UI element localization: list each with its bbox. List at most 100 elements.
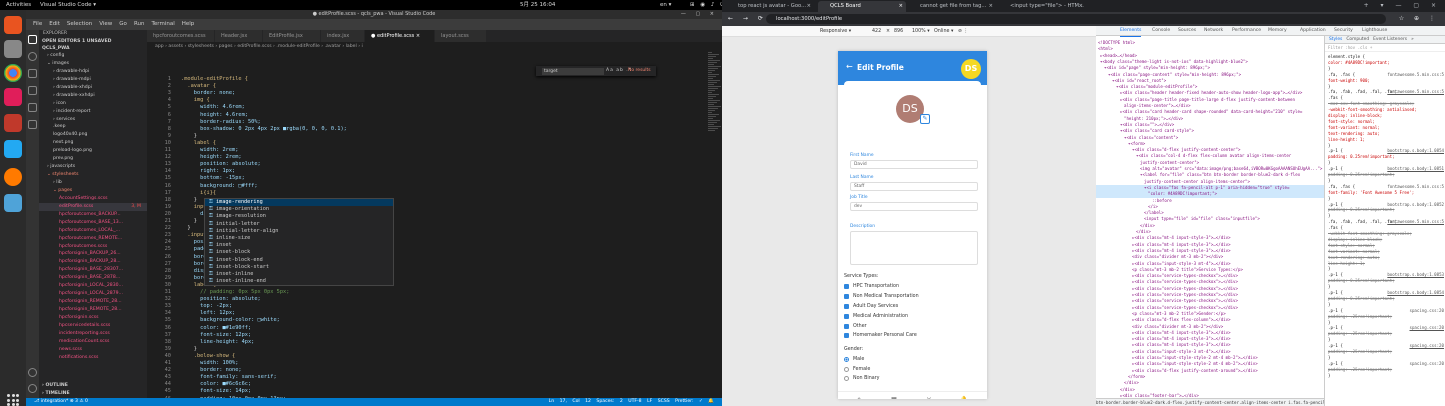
style-source-link[interactable]: fontawesome.5.min.css:5 bbox=[1387, 219, 1444, 225]
gender-radio[interactable]: Male bbox=[844, 355, 981, 365]
field-input[interactable]: David bbox=[850, 159, 978, 169]
device-mode-select[interactable]: Responsive ▾ bbox=[820, 26, 851, 37]
file-tree-item[interactable]: prev.png bbox=[39, 155, 147, 163]
file-tree-item[interactable]: hpcforoutcomes_LOCAL_... bbox=[39, 227, 147, 235]
project-root[interactable]: QCLS_PWA bbox=[39, 45, 147, 52]
footer-nav-schedule[interactable]: ▦Schedule bbox=[879, 396, 909, 399]
description-field[interactable]: Description bbox=[850, 224, 978, 265]
search-icon[interactable] bbox=[28, 52, 37, 61]
file-tree-item[interactable]: › incident-report bbox=[39, 108, 147, 116]
styles-tab[interactable]: Event Listeners bbox=[1373, 37, 1407, 42]
file-tree-item[interactable]: ⌄ images bbox=[39, 60, 147, 68]
file-tree-item[interactable]: › services bbox=[39, 116, 147, 124]
devtools-tab-memory[interactable]: Memory bbox=[1268, 26, 1287, 36]
style-rule-line[interactable]: .p-1 {spacing.css:20 bbox=[1325, 343, 1445, 349]
browser-window-controls[interactable]: + ▾ — ▢ × bbox=[1364, 0, 1441, 12]
profile-field[interactable]: First Name David bbox=[850, 153, 978, 169]
back-arrow-icon[interactable]: ← bbox=[846, 62, 853, 71]
code-line[interactable]: right: 1px; bbox=[181, 168, 235, 174]
gender-radio[interactable]: Female bbox=[844, 364, 981, 374]
suggestion-item[interactable]: ⚿ inset-inline-end bbox=[205, 278, 393, 285]
editor-tab[interactable]: Header.jsx bbox=[215, 30, 263, 42]
style-rule-line[interactable]: font-variant: normal; bbox=[1325, 125, 1445, 131]
style-source-link[interactable]: bootstrap.s.body:1.0854 bbox=[1387, 290, 1444, 296]
menu-item-run[interactable]: Run bbox=[134, 19, 145, 30]
style-rule-line[interactable]: } bbox=[1325, 178, 1445, 184]
style-rule-line[interactable]: font-style: normal; bbox=[1325, 243, 1445, 249]
code-line[interactable]: height: 4.6rem; bbox=[181, 112, 248, 118]
file-tree-item[interactable]: hpcforsignin_REMOTE_28... bbox=[39, 298, 147, 306]
menu-item-view[interactable]: View bbox=[99, 19, 112, 30]
outline-section[interactable]: › OUTLINE bbox=[39, 382, 68, 389]
suggestion-item[interactable]: ⚿ inset-block-end bbox=[205, 257, 393, 264]
editor-tab[interactable]: ● editProfile.scss × bbox=[365, 30, 435, 42]
style-rule-line[interactable]: display: inline-block; bbox=[1325, 113, 1445, 119]
code-line[interactable]: width: 100%; bbox=[181, 360, 238, 366]
style-rule-line[interactable]: .p-1 {bootstrap.s.body:1.0852 bbox=[1325, 202, 1445, 208]
file-tree-item[interactable]: hpcforoutcomes_BASE_13... bbox=[39, 219, 147, 227]
browser-tab[interactable]: top react js avatar - Goo... × bbox=[726, 1, 814, 12]
browser-tab[interactable]: QCLS Board × bbox=[818, 1, 906, 12]
suggestion-item[interactable]: ⚿ inset-block bbox=[205, 249, 393, 256]
file-tree-item[interactable]: hpcforoutcomes.scss bbox=[39, 243, 147, 251]
activities-button[interactable]: Activities bbox=[6, 0, 31, 10]
devtools-tab-network[interactable]: Network bbox=[1204, 26, 1223, 36]
active-app-menu[interactable]: Visual Studio Code ▾ bbox=[40, 0, 96, 10]
code-line[interactable]: // padding: 0px 5px 0px 5px; bbox=[181, 289, 289, 295]
window-controls[interactable]: — ▢ × bbox=[681, 10, 718, 19]
file-tree-item[interactable]: hpcforsignin_BACKUP_28... bbox=[39, 258, 147, 266]
file-tree-item[interactable]: notifications.scss bbox=[39, 354, 147, 362]
style-rule-line[interactable]: } bbox=[1325, 160, 1445, 166]
file-tree-item[interactable]: incidentreporting.scss bbox=[39, 330, 147, 338]
devtools-tab-security[interactable]: Security bbox=[1334, 26, 1353, 36]
editor-tab[interactable]: layout.scss bbox=[435, 30, 487, 42]
menu-item-file[interactable]: File bbox=[33, 19, 42, 30]
style-rule-line[interactable]: font-variant: normal; bbox=[1325, 249, 1445, 255]
device-height-input[interactable]: 896 bbox=[894, 26, 903, 37]
style-rule-line[interactable]: } bbox=[1325, 213, 1445, 219]
code-line[interactable]: box-shadow: 0 2px 4px 2px ■rgba(0, 0, 0,… bbox=[181, 126, 347, 132]
style-source-link[interactable]: fontawesome.5.min.css:5 bbox=[1387, 89, 1444, 95]
timeline-section[interactable]: › TIMELINE bbox=[39, 390, 70, 397]
style-rule-line[interactable]: } bbox=[1325, 302, 1445, 308]
style-rule-line[interactable]: .fa, .fas {fontawesome.5.min.css:5 bbox=[1325, 72, 1445, 78]
style-rule-line[interactable]: .p-1 {bootstrap.s.body:1.0853 bbox=[1325, 272, 1445, 278]
service-checkbox[interactable]: Other bbox=[844, 321, 981, 331]
file-tree-item[interactable]: hpcforsignin_BASE_2878... bbox=[39, 274, 147, 282]
suggestion-item[interactable]: ⚿ inset-block-start bbox=[205, 264, 393, 271]
code-line[interactable]: line-height: 4px; bbox=[181, 339, 254, 345]
style-source-link[interactable]: bootstrap.s.body:1.0854 bbox=[1387, 148, 1444, 154]
file-tree-item[interactable]: › icon bbox=[39, 100, 147, 108]
style-rule-line[interactable]: } bbox=[1325, 284, 1445, 290]
style-source-link[interactable]: bootstrap.s.body:1.0851 bbox=[1387, 166, 1444, 172]
code-line[interactable]: img { bbox=[181, 97, 210, 103]
code-line[interactable]: bottom: -15px; bbox=[181, 175, 245, 181]
style-source-link[interactable]: spacing.css:20 bbox=[1409, 308, 1444, 314]
devtools-tab-application[interactable]: Application bbox=[1300, 26, 1326, 36]
code-line[interactable]: font-size: 14px; bbox=[181, 388, 251, 394]
devtools-tab-performance[interactable]: Performance bbox=[1232, 26, 1261, 36]
style-rule-line[interactable]: -webkit-font-smoothing: antialiased; bbox=[1325, 107, 1445, 113]
file-tree-item[interactable]: hpcforsignin_LOCAL_2830... bbox=[39, 282, 147, 290]
style-source-link[interactable]: bootstrap.s.body:1.0853 bbox=[1387, 272, 1444, 278]
file-tree-item[interactable]: hpcforoutcomes_REMOTE... bbox=[39, 235, 147, 243]
style-source-link[interactable]: bootstrap.s.body:1.0852 bbox=[1387, 202, 1444, 208]
suggestion-item[interactable]: ⚿ inset bbox=[205, 242, 393, 249]
style-rule-line[interactable]: } bbox=[1325, 196, 1445, 202]
terminal-app-icon[interactable] bbox=[4, 16, 22, 34]
extensions-icon[interactable] bbox=[28, 103, 37, 112]
zoom-select[interactable]: 100% ▾ bbox=[912, 26, 930, 37]
style-rule-line[interactable]: .fa, .fab, .fad, .fal, .far, fontawesome.… bbox=[1325, 219, 1445, 225]
browser-tab[interactable]: <input type="file"> - HTM... × bbox=[998, 1, 1086, 12]
style-rule-line[interactable]: .fas { bbox=[1325, 225, 1445, 231]
file-tree-item[interactable]: › drawable-xhdpi bbox=[39, 84, 147, 92]
gear-icon[interactable] bbox=[28, 384, 37, 393]
style-rule-line[interactable]: font-style: normal; bbox=[1325, 119, 1445, 125]
style-rule-line[interactable]: padding: .25rem!important; bbox=[1325, 367, 1445, 373]
style-rule-line[interactable]: .fa, .fas {fontawesome.5.min.css:5 bbox=[1325, 184, 1445, 190]
menu-item-edit[interactable]: Edit bbox=[49, 19, 60, 30]
devtools-tab-lighthouse[interactable]: Lighthouse bbox=[1362, 26, 1387, 36]
file-tree-item[interactable]: hpcforsignin_BACKUP_26... bbox=[39, 250, 147, 258]
footer-nav-home[interactable]: ⌂Home bbox=[844, 396, 874, 399]
close-icon[interactable]: × bbox=[1079, 1, 1083, 12]
